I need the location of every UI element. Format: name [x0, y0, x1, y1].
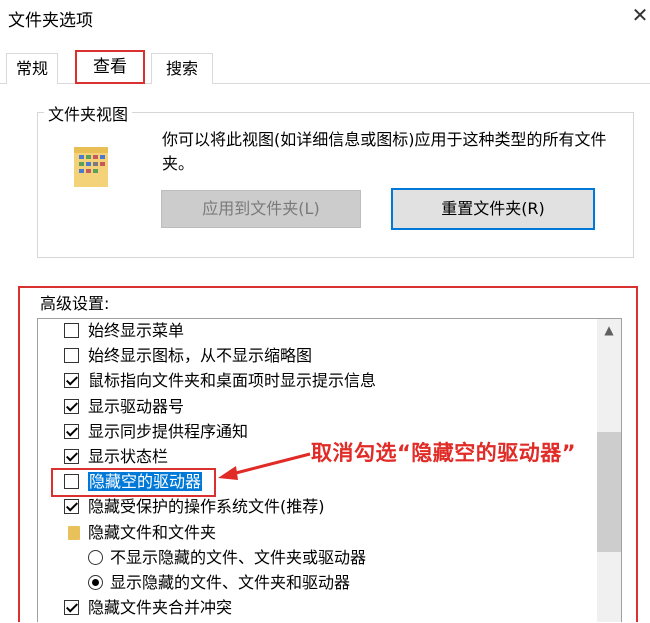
- list-item-label: 隐藏文件夹合并冲突: [88, 598, 233, 617]
- checkbox[interactable]: [64, 323, 79, 338]
- list-item-label: 显示驱动器号: [88, 397, 185, 416]
- list-item[interactable]: 始终显示菜单: [64, 319, 184, 343]
- list-item[interactable]: 隐藏文件夹合并冲突: [64, 596, 232, 620]
- reset-folders-button[interactable]: 重置文件夹(R): [391, 188, 595, 230]
- annotation-text: 取消勾选“隐藏空的驱动器”: [311, 441, 577, 465]
- radio-button[interactable]: [88, 575, 103, 590]
- list-item[interactable]: 显示同步提供程序通知: [64, 420, 248, 444]
- folder-views-icon: [72, 143, 112, 189]
- checkbox[interactable]: [64, 600, 79, 615]
- list-item[interactable]: 始终显示图标，从不显示缩略图: [64, 344, 312, 368]
- folder-views-description: 你可以将此视图(如详细信息或图标)应用于这种类型的所有文件夹。: [162, 130, 607, 173]
- annotation-arrow-icon: [218, 452, 311, 480]
- list-item: 隐藏文件和文件夹: [64, 521, 216, 545]
- checkbox[interactable]: [64, 399, 79, 414]
- advanced-settings-label: 高级设置:: [40, 294, 110, 313]
- radio-button[interactable]: [88, 550, 103, 565]
- list-item-label: 隐藏受保护的操作系统文件(推荐): [88, 497, 325, 516]
- list-item-label: 显示状态栏: [88, 447, 169, 466]
- list-item[interactable]: 鼠标指向文件夹和桌面项时显示提示信息: [64, 369, 376, 393]
- apply-to-folders-button[interactable]: 应用到文件夹(L): [161, 190, 361, 228]
- scroll-up-icon[interactable]: ▲: [597, 319, 621, 341]
- folder-views-legend: 文件夹视图: [44, 101, 133, 125]
- checkbox[interactable]: [64, 424, 79, 439]
- list-item[interactable]: 显示状态栏: [64, 445, 168, 469]
- list-item[interactable]: 显示驱动器号: [64, 395, 184, 419]
- list-item-label: 不显示隐藏的文件、文件夹或驱动器: [110, 548, 367, 567]
- checkbox[interactable]: [64, 449, 79, 464]
- tab-view[interactable]: 查看: [75, 50, 145, 84]
- list-item-label: 显示隐藏的文件、文件夹和驱动器: [110, 573, 351, 592]
- list-item-label: 鼠标指向文件夹和桌面项时显示提示信息: [88, 371, 377, 390]
- list-item-label: 隐藏文件和文件夹: [88, 523, 217, 542]
- close-icon[interactable]: ✕: [630, 4, 650, 26]
- tab-general[interactable]: 常规: [6, 53, 58, 84]
- list-item[interactable]: 隐藏受保护的操作系统文件(推荐): [64, 495, 325, 519]
- folder-icon: [68, 526, 80, 540]
- list-item-label: 始终显示图标，从不显示缩略图: [88, 346, 313, 365]
- list-item[interactable]: 不显示隐藏的文件、文件夹或驱动器: [88, 546, 366, 570]
- tab-search[interactable]: 搜索: [151, 53, 213, 84]
- checkbox[interactable]: [64, 373, 79, 388]
- list-item-label: 显示同步提供程序通知: [88, 422, 249, 441]
- list-item[interactable]: 显示隐藏的文件、文件夹和驱动器: [88, 571, 350, 595]
- checkbox[interactable]: [64, 348, 79, 363]
- list-scrollbar-thumb[interactable]: [597, 432, 621, 552]
- hide-empty-drives-highlight: [51, 468, 216, 497]
- checkbox[interactable]: [64, 499, 79, 514]
- window-title: 文件夹选项: [8, 11, 93, 31]
- list-item-label: 始终显示菜单: [88, 321, 185, 340]
